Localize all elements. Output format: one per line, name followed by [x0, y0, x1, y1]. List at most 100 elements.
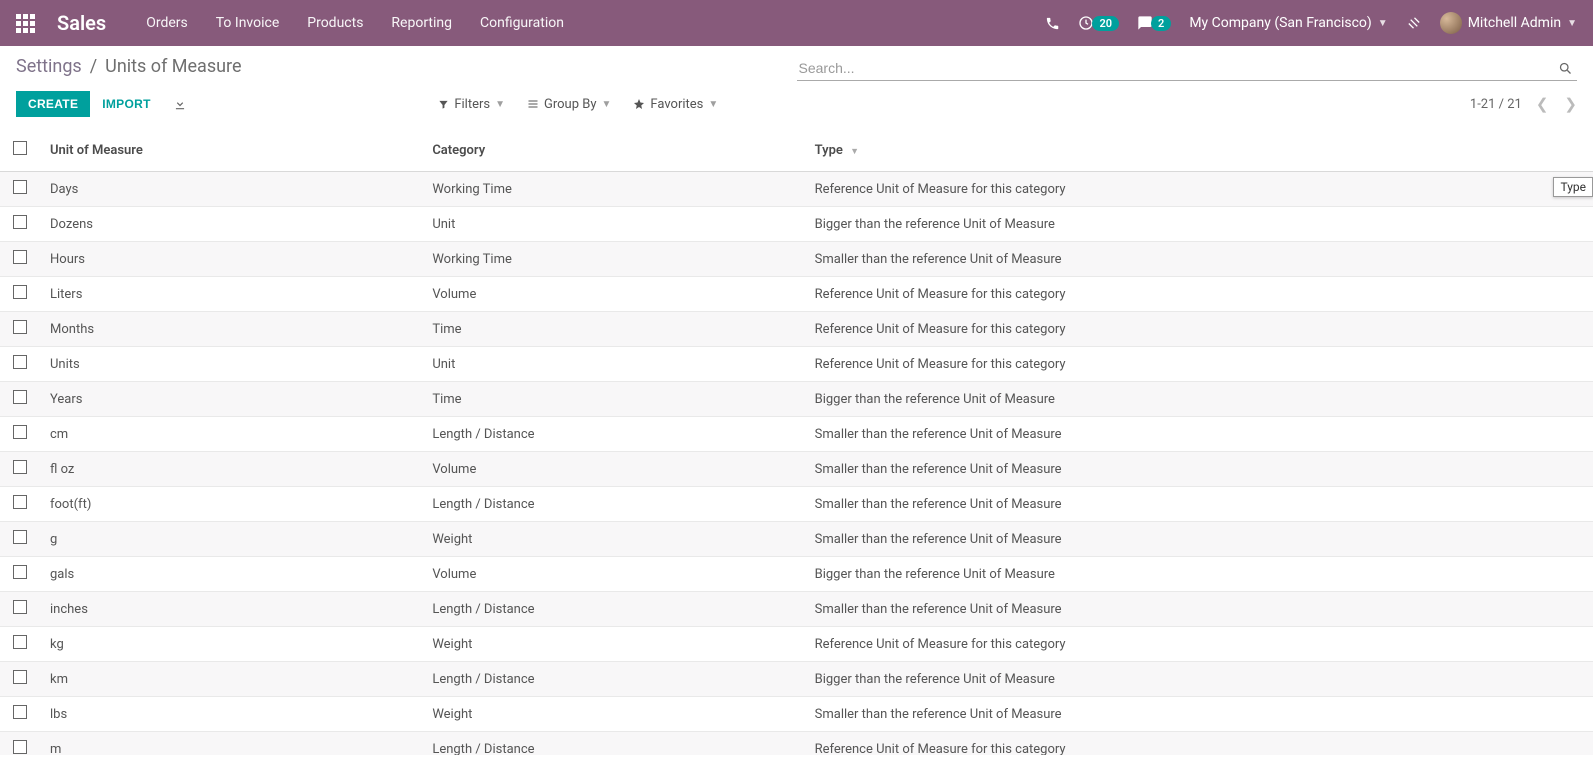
row-checkbox[interactable] [13, 495, 27, 509]
row-checkbox[interactable] [13, 250, 27, 264]
row-checkbox[interactable] [13, 390, 27, 404]
cell-category: Volume [422, 277, 804, 312]
cell-type: Bigger than the reference Unit of Measur… [805, 382, 1593, 417]
table-row[interactable]: mLength / DistanceReference Unit of Meas… [0, 732, 1593, 756]
topbar-right: 20 2 My Company (San Francisco) ▼ Mitche… [1045, 12, 1577, 34]
row-checkbox[interactable] [13, 740, 27, 754]
cell-type: Smaller than the reference Unit of Measu… [805, 592, 1593, 627]
groupby-dropdown[interactable]: Group By ▼ [527, 97, 611, 112]
cell-uom: kg [40, 627, 422, 662]
table-row[interactable]: galsVolumeBigger than the reference Unit… [0, 557, 1593, 592]
cell-type: Bigger than the reference Unit of Measur… [805, 557, 1593, 592]
pager-prev[interactable]: ❮ [1536, 95, 1549, 113]
row-checkbox[interactable] [13, 670, 27, 684]
cell-uom: foot(ft) [40, 487, 422, 522]
table-row[interactable]: DaysWorking TimeReference Unit of Measur… [0, 172, 1593, 207]
cell-uom: lbs [40, 697, 422, 732]
cell-category: Working Time [422, 242, 804, 277]
cell-type: Reference Unit of Measure for this categ… [805, 732, 1593, 756]
row-checkbox[interactable] [13, 425, 27, 439]
select-all-checkbox[interactable] [13, 141, 27, 155]
row-checkbox[interactable] [13, 635, 27, 649]
activity-button[interactable]: 20 [1078, 15, 1119, 31]
nav-orders[interactable]: Orders [146, 15, 188, 31]
row-checkbox[interactable] [13, 530, 27, 544]
list-icon [527, 98, 539, 110]
cell-type: Smaller than the reference Unit of Measu… [805, 522, 1593, 557]
cell-category: Working Time [422, 172, 804, 207]
table-row[interactable]: LitersVolumeReference Unit of Measure fo… [0, 277, 1593, 312]
search-icon[interactable] [1554, 59, 1577, 78]
pager-next[interactable]: ❯ [1564, 95, 1577, 113]
cell-category: Volume [422, 557, 804, 592]
table-row[interactable]: YearsTimeBigger than the reference Unit … [0, 382, 1593, 417]
chevron-down-icon: ▼ [495, 99, 505, 110]
chevron-down-icon: ▼ [708, 99, 718, 110]
cell-category: Time [422, 312, 804, 347]
table-row[interactable]: DozensUnitBigger than the reference Unit… [0, 207, 1593, 242]
row-checkbox[interactable] [13, 180, 27, 194]
cell-type: Reference Unit of Measure for this categ… [805, 172, 1593, 207]
row-checkbox[interactable] [13, 460, 27, 474]
favorites-dropdown[interactable]: Favorites ▼ [633, 97, 718, 112]
app-brand[interactable]: Sales [57, 11, 106, 35]
download-icon[interactable] [173, 97, 187, 111]
phone-icon[interactable] [1045, 16, 1060, 31]
col-header-type[interactable]: Type ▼ [805, 129, 1593, 172]
table-row[interactable]: fl ozVolumeSmaller than the reference Un… [0, 452, 1593, 487]
row-checkbox[interactable] [13, 320, 27, 334]
topbar: Sales Orders To Invoice Products Reporti… [0, 0, 1593, 46]
debug-icon[interactable] [1406, 15, 1422, 31]
table-row[interactable]: kgWeightReference Unit of Measure for th… [0, 627, 1593, 662]
cell-category: Length / Distance [422, 417, 804, 452]
tooltip-type: Type [1553, 177, 1593, 197]
table-row[interactable]: MonthsTimeReference Unit of Measure for … [0, 312, 1593, 347]
cell-uom: Days [40, 172, 422, 207]
create-button[interactable]: CREATE [16, 91, 90, 117]
row-checkbox[interactable] [13, 215, 27, 229]
table-row[interactable]: kmLength / DistanceBigger than the refer… [0, 662, 1593, 697]
company-switcher[interactable]: My Company (San Francisco) ▼ [1189, 15, 1387, 31]
cell-uom: inches [40, 592, 422, 627]
cell-uom: Liters [40, 277, 422, 312]
breadcrumb-parent[interactable]: Settings [16, 56, 82, 77]
table-row[interactable]: inchesLength / DistanceSmaller than the … [0, 592, 1593, 627]
row-checkbox[interactable] [13, 285, 27, 299]
filters-dropdown[interactable]: Filters ▼ [438, 97, 505, 112]
apps-icon[interactable] [16, 14, 35, 33]
page-title: Units of Measure [105, 56, 241, 77]
nav-configuration[interactable]: Configuration [480, 15, 564, 31]
cell-type: Reference Unit of Measure for this categ… [805, 277, 1593, 312]
table-row[interactable]: gWeightSmaller than the reference Unit o… [0, 522, 1593, 557]
table-row[interactable]: lbsWeightSmaller than the reference Unit… [0, 697, 1593, 732]
row-checkbox[interactable] [13, 565, 27, 579]
row-checkbox[interactable] [13, 705, 27, 719]
nav-to-invoice[interactable]: To Invoice [216, 15, 280, 31]
import-button[interactable]: IMPORT [90, 91, 162, 117]
table-row[interactable]: cmLength / DistanceSmaller than the refe… [0, 417, 1593, 452]
table-row[interactable]: foot(ft)Length / DistanceSmaller than th… [0, 487, 1593, 522]
col-header-category[interactable]: Category [422, 129, 804, 172]
cell-category: Time [422, 382, 804, 417]
user-menu[interactable]: Mitchell Admin ▼ [1440, 12, 1577, 34]
funnel-icon [438, 99, 449, 110]
cell-category: Unit [422, 347, 804, 382]
cell-type: Bigger than the reference Unit of Measur… [805, 207, 1593, 242]
row-checkbox[interactable] [13, 600, 27, 614]
nav-products[interactable]: Products [307, 15, 363, 31]
messages-button[interactable]: 2 [1137, 15, 1171, 31]
search-input[interactable] [797, 56, 1555, 80]
cell-type: Reference Unit of Measure for this categ… [805, 627, 1593, 662]
row-checkbox[interactable] [13, 355, 27, 369]
col-header-uom[interactable]: Unit of Measure [40, 129, 422, 172]
table-row[interactable]: HoursWorking TimeSmaller than the refere… [0, 242, 1593, 277]
cell-type: Smaller than the reference Unit of Measu… [805, 487, 1593, 522]
cell-uom: Years [40, 382, 422, 417]
list-view: Type Unit of Measure Category Type ▼ Day… [0, 129, 1593, 755]
table-row[interactable]: UnitsUnitReference Unit of Measure for t… [0, 347, 1593, 382]
cell-type: Bigger than the reference Unit of Measur… [805, 662, 1593, 697]
groupby-label: Group By [544, 97, 597, 112]
breadcrumb-separator: / [90, 56, 97, 77]
sort-indicator-icon: ▼ [850, 147, 859, 157]
nav-reporting[interactable]: Reporting [391, 15, 452, 31]
